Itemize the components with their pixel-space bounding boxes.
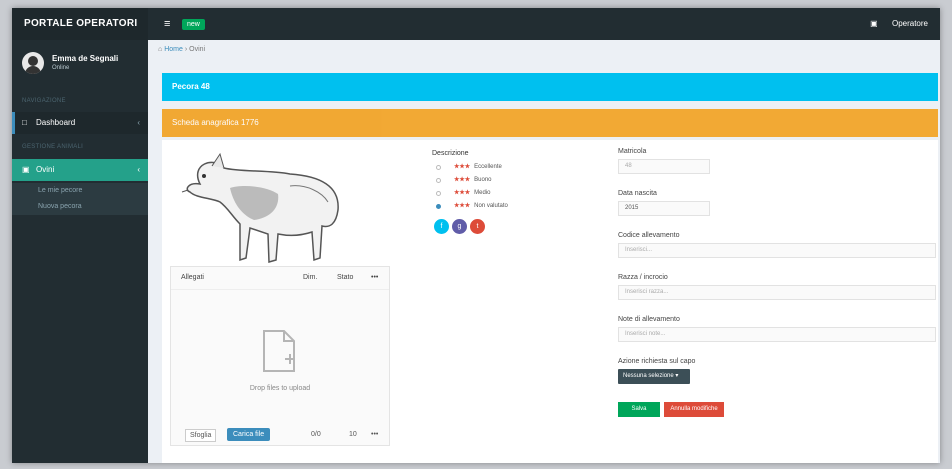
rating-label: Eccellente (474, 164, 502, 170)
birthdate-field[interactable]: 2015 (618, 201, 710, 216)
dropzone-col-status: Stato (337, 274, 354, 281)
top-navbar: PORTALE OPERATORI ≡ new ▣ Operatore (12, 8, 940, 40)
user-panel: Emma de Segnali Online (22, 48, 142, 84)
breed-field[interactable]: Inserisci razza... (618, 285, 936, 300)
avatar (22, 52, 44, 74)
field-label: Data nascita (618, 190, 657, 197)
sheep-menu-icon: ▣ (22, 165, 30, 174)
field-group: Data nascita 2015 (618, 190, 936, 232)
stars-icon: ★★★ (454, 190, 471, 196)
page-title-bar: Pecora 48 (162, 73, 938, 101)
rating-option[interactable]: ★★★ Non valutato (432, 200, 582, 213)
field-group: Codice allevamento Inserisci... (618, 232, 936, 274)
rating-label: Non valutato (474, 203, 508, 209)
breadcrumb-separator: › (184, 46, 188, 53)
field-label: Codice allevamento (618, 232, 680, 239)
status-badge: new (182, 19, 205, 30)
sidebar-item-ovini[interactable]: ▣ Ovini ‹ (12, 159, 148, 181)
home-icon[interactable]: ⌂ (158, 46, 162, 53)
dropzone-col-files: Allegati (181, 274, 204, 281)
action-select[interactable]: Nessuna selezione ▾ (618, 369, 690, 384)
browse-button[interactable]: Sfoglia (185, 429, 217, 442)
radio-button[interactable] (436, 191, 441, 196)
share-icon[interactable]: t (470, 219, 485, 234)
field-label: Azione richiesta sul capo (618, 358, 696, 365)
social-buttons: fgt (432, 219, 582, 237)
sheep-image (181, 152, 339, 263)
menu-toggle-icon[interactable]: ≡ (164, 19, 170, 30)
radio-button[interactable] (436, 204, 441, 209)
brand-logo[interactable]: PORTALE OPERATORI (12, 8, 148, 40)
app-frame: PORTALE OPERATORI ≡ new ▣ Operatore Emma… (12, 8, 940, 463)
stars-icon: ★★★ (454, 164, 471, 170)
user-icon[interactable]: ▣ (870, 19, 878, 28)
description-block: Descrizione ★★★ Eccellente ★★★ Buono ★★★ Medi… (432, 150, 582, 237)
radio-button[interactable] (436, 165, 441, 170)
dropzone-col-size: Dim. (303, 274, 318, 281)
rating-option[interactable]: ★★★ Eccellente (432, 161, 582, 174)
sidebar-subitem-my-sheep[interactable]: Le mie pecore (12, 183, 148, 199)
rating-option[interactable]: ★★★ Buono (432, 174, 582, 187)
stars-icon: ★★★ (454, 203, 471, 209)
page-size: 10 (349, 431, 357, 438)
notes-field[interactable]: Inserisci note... (618, 327, 936, 342)
rating-option[interactable]: ★★★ Medio (432, 187, 582, 200)
matricola-field[interactable]: 48 (618, 159, 710, 174)
detail-panel: Allegati Dim. Stato ••• Drop files to up… (162, 140, 938, 463)
breadcrumb: ⌂ Home › Ovini (158, 46, 205, 53)
upload-button[interactable]: Carica file (227, 428, 271, 441)
field-group: Matricola 48 (618, 148, 936, 190)
sidebar-item-dashboard[interactable]: □ Dashboard ‹ (12, 112, 148, 134)
stars-icon: ★★★ (454, 177, 471, 183)
description-title: Descrizione (432, 150, 469, 157)
sidebar-subitem-new-sheep[interactable]: Nuova pecora (12, 199, 148, 215)
user-menu-label[interactable]: Operatore (892, 19, 928, 28)
chevron-left-icon: ‹ (137, 165, 140, 174)
field-label: Matricola (618, 148, 647, 155)
field-label: Note di allevamento (618, 316, 680, 323)
user-menu[interactable]: ▣ Operatore (858, 19, 928, 28)
field-label: Razza / incrocio (618, 274, 668, 281)
field-group: Razza / incrocio Inserisci razza... (618, 274, 936, 316)
rating-label: Buono (474, 177, 492, 183)
rating-label: Medio (474, 190, 491, 196)
farm-code-field[interactable]: Inserisci... (618, 243, 936, 258)
user-name: Emma de Segnali (52, 54, 119, 63)
more-icon[interactable]: ••• (371, 267, 378, 289)
chevron-down-icon: ▾ (675, 373, 679, 379)
file-dropzone[interactable]: Allegati Dim. Stato ••• Drop files to up… (170, 266, 390, 446)
sidebar-item-label: Ovini (36, 165, 55, 174)
more-icon[interactable]: ••• (371, 431, 378, 438)
cancel-button[interactable]: Annulla modifiche (664, 402, 724, 417)
dropzone-header: Allegati Dim. Stato ••• (171, 267, 389, 290)
sidebar-header-animals: GESTIONE ANIMALI (22, 144, 84, 150)
file-count: 0/0 (311, 431, 321, 438)
radio-button[interactable] (436, 178, 441, 183)
form-actions: Salva Annulla modifiche (618, 400, 936, 422)
description-rows: ★★★ Eccellente ★★★ Buono ★★★ Medio ★★★ Non valu… (432, 161, 582, 213)
sidebar-item-label: Dashboard (36, 118, 76, 127)
section-title-bar: Scheda anagrafica 1776 (162, 109, 938, 137)
sheep-form: Matricola 48 Data nascita 2015 Codice al… (618, 148, 936, 422)
share-icon[interactable]: g (452, 219, 467, 234)
sidebar: Emma de Segnali Online NAVIGAZIONE □ Dash… (12, 40, 148, 463)
breadcrumb-home[interactable]: Home (164, 46, 183, 53)
user-status: Online (52, 65, 70, 71)
main-content: ⌂ Home › Ovini Pecora 48 Scheda anagrafi… (148, 40, 940, 463)
dropzone-footer: Sfoglia Carica file 0/0 10 ••• (171, 425, 389, 447)
chevron-left-icon: ‹ (137, 118, 140, 127)
breadcrumb-current: Ovini (189, 46, 206, 53)
share-icon[interactable]: f (434, 219, 449, 234)
select-value: Nessuna selezione (623, 373, 674, 379)
sidebar-header-nav: NAVIGAZIONE (22, 98, 66, 104)
save-button[interactable]: Salva (618, 402, 660, 417)
field-group: Note di allevamento Inserisci note... (618, 316, 936, 358)
dashboard-icon: □ (22, 118, 27, 127)
field-group: Azione richiesta sul capo Nessuna selezi… (618, 358, 936, 400)
file-add-icon (263, 330, 295, 372)
dropzone-hint: Drop files to upload (249, 385, 311, 392)
